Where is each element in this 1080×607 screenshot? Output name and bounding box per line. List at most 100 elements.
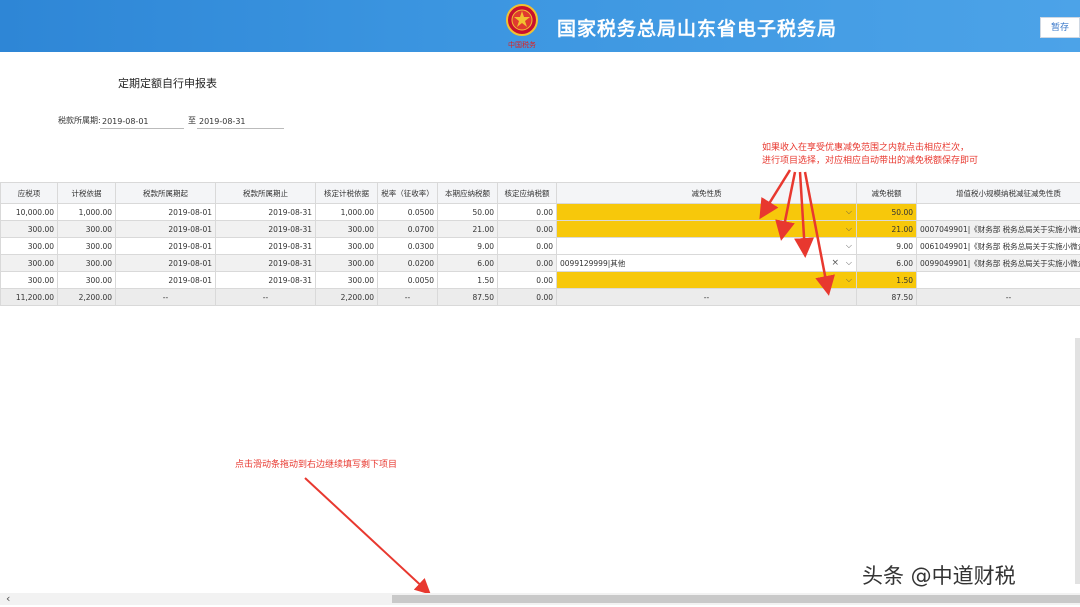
- cell-taxable-item: 300.00: [0, 254, 58, 272]
- table-row: 300.00 300.00 2019-08-01 2019-08-31 300.…: [0, 254, 1080, 272]
- col-header-period-end: 税款所属期止: [215, 182, 316, 204]
- cell-tax-payable: 1.50: [437, 271, 498, 289]
- cell-exemption-amount[interactable]: 6.00: [856, 254, 917, 272]
- cell-tax-payable: 21.00: [437, 220, 498, 238]
- col-header-assessed-payable: 核定应纳税额: [497, 182, 557, 204]
- cell-assessed-payable: 0.00: [497, 220, 557, 238]
- cell-taxable-item: 300.00: [0, 237, 58, 255]
- scroll-left-arrow-icon[interactable]: ‹: [6, 592, 10, 605]
- cell-assessed-payable: 0.00: [497, 254, 557, 272]
- site-title: 国家税务总局山东省电子税务局: [557, 18, 838, 40]
- cell-tax-basis: 300.00: [57, 271, 116, 289]
- table-row: 300.00 300.00 2019-08-01 2019-08-31 300.…: [0, 271, 1080, 289]
- annotation-bottom: 点击滑动条拖动到右边继续填写剩下项目: [235, 460, 398, 470]
- cell-tax-basis: 300.00: [57, 254, 116, 272]
- cell-period-start: 2019-08-01: [115, 203, 216, 221]
- cell-tax-basis: 300.00: [57, 220, 116, 238]
- cell-exemption-amount[interactable]: 9.00: [856, 237, 917, 255]
- watermark-text: 头条 @中道财税: [862, 564, 1016, 588]
- exemption-type-select[interactable]: 0099129999|其他 × ⌵: [556, 254, 857, 272]
- table-total-row: 11,200.00 2,200.00 -- -- 2,200.00 -- 87.…: [0, 288, 1080, 306]
- cell-tax-rate: 0.0500: [377, 203, 438, 221]
- cell-period-start: 2019-08-01: [115, 254, 216, 272]
- total-vat-exemption-type: --: [916, 288, 1080, 306]
- col-header-period-start: 税款所属期起: [115, 182, 216, 204]
- col-header-assessed-basis: 核定计税依据: [315, 182, 378, 204]
- horizontal-scrollbar-thumb[interactable]: [392, 595, 1080, 603]
- cell-vat-exemption-type[interactable]: [916, 203, 1080, 221]
- cell-exemption-amount[interactable]: 50.00: [856, 203, 917, 221]
- period-end-input[interactable]: [197, 114, 284, 129]
- cell-vat-exemption-type[interactable]: 0061049901|《财务部 税务总局关于实施小微企: [916, 237, 1080, 255]
- cell-tax-rate: 0.0300: [377, 237, 438, 255]
- cell-tax-basis: 1,000.00: [57, 203, 116, 221]
- cell-assessed-payable: 0.00: [497, 203, 557, 221]
- annotation-top-line1: 如果收入在享受优惠减免范围之内就点击相应栏次，: [762, 143, 970, 153]
- chevron-down-icon[interactable]: ⌵: [846, 241, 852, 251]
- total-tax-basis: 2,200.00: [57, 288, 116, 306]
- cell-tax-payable: 9.00: [437, 237, 498, 255]
- annotation-top-line2: 进行项目选择，对应相应自动带出的减免税额保存即可: [762, 156, 979, 166]
- col-header-vat-exemption-type: 增值税小规模纳税减征减免性质: [916, 182, 1080, 204]
- cell-period-start: 2019-08-01: [115, 237, 216, 255]
- cell-assessed-basis: 1,000.00: [315, 203, 378, 221]
- cell-period-start: 2019-08-01: [115, 220, 216, 238]
- cell-tax-payable: 6.00: [437, 254, 498, 272]
- cell-vat-exemption-type[interactable]: [916, 271, 1080, 289]
- top-header-bar: 中国税务 国家税务总局山东省电子税务局 暂存: [0, 0, 1080, 52]
- col-header-tax-rate: 税率（征收率）: [377, 182, 438, 204]
- form-title: 定期定额自行申报表: [118, 77, 217, 90]
- save-draft-button[interactable]: 暂存: [1040, 17, 1080, 38]
- cell-exemption-amount[interactable]: 1.50: [856, 271, 917, 289]
- period-label: 税款所属期:: [58, 116, 101, 125]
- cell-tax-payable: 50.00: [437, 203, 498, 221]
- exemption-type-select[interactable]: ⌵: [556, 271, 857, 289]
- chevron-down-icon[interactable]: ⌵: [846, 275, 852, 285]
- cell-assessed-payable: 0.00: [497, 237, 557, 255]
- total-period-start: --: [115, 288, 216, 306]
- total-tax-payable: 87.50: [437, 288, 498, 306]
- period-start-input[interactable]: [100, 114, 184, 129]
- cell-taxable-item: 300.00: [0, 220, 58, 238]
- col-header-taxable-item: 应税项: [0, 182, 58, 204]
- chevron-down-icon[interactable]: ⌵: [846, 258, 852, 268]
- cell-vat-exemption-type[interactable]: 0007049901|《财务部 税务总局关于实施小微企: [916, 220, 1080, 238]
- total-exemption-type: --: [556, 288, 857, 306]
- national-emblem-icon: 中国税务: [506, 4, 538, 49]
- cell-taxable-item: 300.00: [0, 271, 58, 289]
- chevron-down-icon[interactable]: ⌵: [846, 207, 852, 217]
- emblem-caption: 中国税务: [508, 40, 536, 49]
- cell-tax-rate: 0.0200: [377, 254, 438, 272]
- table-row: 300.00 300.00 2019-08-01 2019-08-31 300.…: [0, 220, 1080, 238]
- cell-vat-exemption-type[interactable]: 0099049901|《财务部 税务总局关于实施小微企: [916, 254, 1080, 272]
- clear-icon[interactable]: ×: [831, 258, 839, 268]
- exemption-type-select[interactable]: ⌵: [556, 237, 857, 255]
- cell-period-end: 2019-08-31: [215, 203, 316, 221]
- cell-period-end: 2019-08-31: [215, 271, 316, 289]
- cell-tax-basis: 300.00: [57, 237, 116, 255]
- table-header-row: 应税项 计税依据 税款所属期起 税款所属期止 核定计税依据 税率（征收率） 本期…: [0, 182, 1080, 204]
- total-exemption-amount: 87.50: [856, 288, 917, 306]
- cell-exemption-amount[interactable]: 21.00: [856, 220, 917, 238]
- total-assessed-basis: 2,200.00: [315, 288, 378, 306]
- cell-tax-rate: 0.0700: [377, 220, 438, 238]
- exemption-type-select[interactable]: ⌵: [556, 220, 857, 238]
- cell-assessed-basis: 300.00: [315, 237, 378, 255]
- chevron-down-icon[interactable]: ⌵: [846, 224, 852, 234]
- cell-assessed-basis: 300.00: [315, 271, 378, 289]
- cell-period-start: 2019-08-01: [115, 271, 216, 289]
- total-period-end: --: [215, 288, 316, 306]
- total-tax-rate: --: [377, 288, 438, 306]
- table-row: 300.00 300.00 2019-08-01 2019-08-31 300.…: [0, 237, 1080, 255]
- col-header-tax-basis: 计税依据: [57, 182, 116, 204]
- col-header-exemption-type: 减免性质: [556, 182, 857, 204]
- arrow-to-scrollbar: [304, 477, 431, 595]
- cell-assessed-payable: 0.00: [497, 271, 557, 289]
- declaration-table: 应税项 计税依据 税款所属期起 税款所属期止 核定计税依据 税率（征收率） 本期…: [0, 182, 1080, 306]
- vertical-scrollbar[interactable]: [1075, 338, 1080, 584]
- total-taxable-item: 11,200.00: [0, 288, 58, 306]
- cell-period-end: 2019-08-31: [215, 254, 316, 272]
- exemption-type-select[interactable]: ⌵: [556, 203, 857, 221]
- col-header-exemption-amount: 减免税额: [856, 182, 917, 204]
- cell-tax-rate: 0.0050: [377, 271, 438, 289]
